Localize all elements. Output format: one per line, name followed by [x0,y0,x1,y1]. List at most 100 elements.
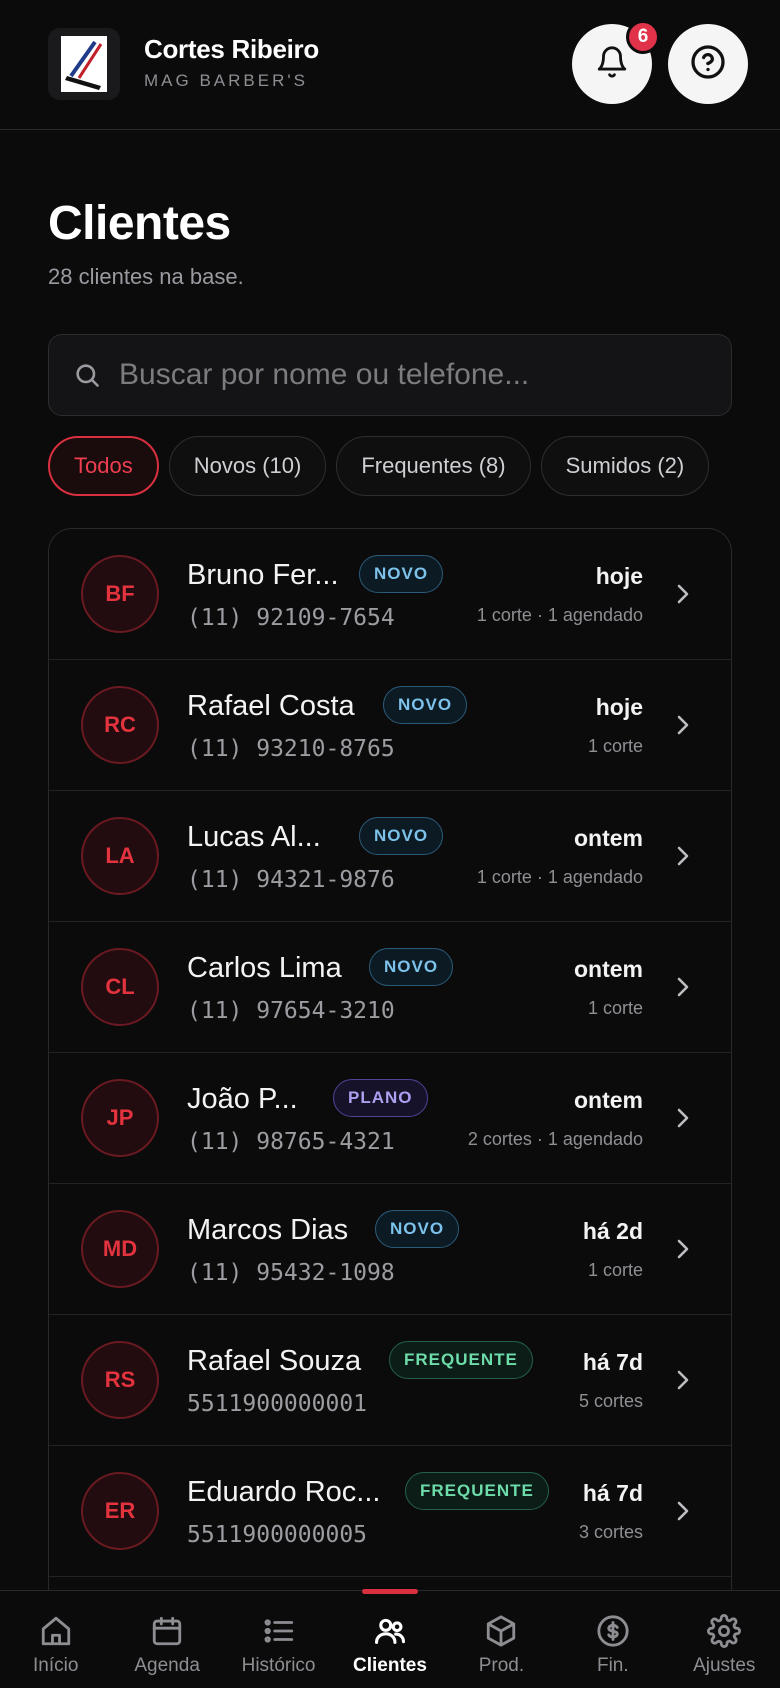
box-icon [481,1611,521,1651]
client-name: Lucas Al... [187,821,321,853]
chevron-right-icon [673,1498,693,1524]
help-button[interactable] [668,24,748,104]
filter-chip-sumidos[interactable]: Sumidos (2) [540,436,710,496]
nav-item-historico[interactable]: Histórico [223,1591,334,1688]
client-name: Carlos Lima [187,952,342,984]
client-phone: (11) 92109-7654 [187,605,395,631]
chevron-right-icon [673,1367,693,1393]
chevron-right-icon [673,1236,693,1262]
active-indicator [361,1589,418,1594]
filter-chip-todos[interactable]: Todos [48,436,159,496]
brand-subtitle: MAG BARBER'S [144,71,308,90]
nav-item-clientes[interactable]: Clientes [334,1589,445,1688]
chevron-right-icon [673,843,693,869]
chevron-right-icon [673,974,693,1000]
visit-summary: 3 cortes [578,1522,643,1542]
client-phone: 5511900000005 [187,1522,368,1548]
status-badge: NOVO [383,686,468,724]
last-visit: há 7d [582,1349,643,1375]
chevron-right-icon [673,1105,693,1131]
dollar-circle-icon [593,1611,633,1651]
brand-name: Cortes Ribeiro [144,34,319,64]
avatar: ER [81,1472,159,1550]
avatar: RC [81,686,159,764]
last-visit: hoje [595,694,643,720]
status-badge: NOVO [375,1210,460,1248]
last-visit: ontem [574,1087,643,1113]
filter-chips: Todos Novos (10) Frequentes (8) Sumidos (2) [48,436,740,498]
status-badge: NOVO [359,555,444,593]
client-name: Rafael Costa [187,690,355,722]
client-phone: (11) 98765-4321 [187,1129,395,1155]
client-row[interactable]: MD Marcos Dias NOVO (11) 95432-1098 há 2… [49,1184,731,1315]
filter-chip-novos[interactable]: Novos (10) [168,436,327,496]
client-row[interactable]: RC Rafael Costa NOVO (11) 93210-8765 hoj… [49,660,731,791]
avatar: RS [81,1341,159,1419]
client-name: Rafael Souza [187,1345,362,1377]
client-name: Bruno Fer... [187,559,339,591]
nav-label: Agenda [134,1655,200,1676]
nav-item-prod[interactable]: Prod. [446,1591,557,1688]
client-row[interactable]: CL Carlos Lima NOVO (11) 97654-3210 onte… [49,922,731,1053]
client-list: BF Bruno Fer... NOVO (11) 92109-7654 hoj… [48,528,732,1688]
status-badge: FREQUENTE [389,1341,533,1379]
page-title: Clientes [48,197,231,250]
client-phone: (11) 95432-1098 [187,1260,395,1286]
bottom-navigation: Início Agenda Histórico Clientes Prod. F… [0,1589,780,1688]
nav-label: Fin. [596,1655,629,1676]
brand-logo [48,28,120,100]
avatar: CL [81,948,159,1026]
nav-label: Clientes [353,1655,427,1676]
nav-item-agenda[interactable]: Agenda [111,1591,222,1688]
status-badge: PLANO [333,1079,428,1117]
avatar: BF [81,555,159,633]
status-badge: FREQUENTE [405,1472,549,1510]
chevron-right-icon [673,581,693,607]
client-phone: (11) 97654-3210 [187,998,395,1024]
help-circle-icon [690,44,726,85]
visit-summary: 1 corte · 1 agendado [476,605,643,625]
visit-summary: 1 corte [587,998,643,1018]
home-icon [36,1611,76,1651]
client-row[interactable]: RS Rafael Souza FREQUENTE 5511900000001 … [49,1315,731,1446]
bell-icon [595,44,629,85]
avatar: MD [81,1210,159,1288]
last-visit: há 2d [582,1218,643,1244]
nav-item-fin[interactable]: Fin. [557,1591,668,1688]
visit-summary: 1 corte [587,1260,643,1280]
client-row[interactable]: BF Bruno Fer... NOVO (11) 92109-7654 hoj… [49,529,731,660]
visit-summary: 5 cortes [578,1391,643,1411]
nav-item-ajustes[interactable]: Ajustes [669,1591,780,1688]
last-visit: ontem [574,956,643,982]
client-row[interactable]: JP João P... PLANO (11) 98765-4321 ontem… [49,1053,731,1184]
client-name: Marcos Dias [187,1214,349,1246]
filter-chip-frequentes[interactable]: Frequentes (8) [336,436,531,496]
client-name: João P... [187,1083,298,1115]
app-header: Cortes Ribeiro MAG BARBER'S 6 [0,0,780,130]
nav-item-inicio[interactable]: Início [0,1591,111,1688]
client-name: Eduardo Roc... [187,1476,381,1508]
status-badge: NOVO [359,817,444,855]
nav-label: Histórico [241,1655,316,1676]
last-visit: há 7d [582,1480,643,1506]
client-row[interactable]: ER Eduardo Roc... FREQUENTE 551190000000… [49,1446,731,1577]
visit-summary: 1 corte · 1 agendado [476,867,643,887]
nav-label: Início [33,1655,79,1676]
avatar: LA [81,817,159,895]
client-row[interactable]: LA Lucas Al... NOVO (11) 94321-9876 onte… [49,791,731,922]
last-visit: ontem [574,825,643,851]
client-phone: (11) 94321-9876 [187,867,395,893]
visit-summary: 1 corte [587,736,643,756]
list-icon [259,1611,299,1651]
search-bar[interactable] [48,334,732,416]
search-input[interactable] [119,358,699,392]
calendar-icon [147,1611,187,1651]
client-phone: (11) 93210-8765 [187,736,395,762]
status-badge: NOVO [369,948,454,986]
chevron-right-icon [673,712,693,738]
nav-label: Ajustes [693,1655,756,1676]
nav-label: Prod. [478,1655,525,1676]
users-icon [370,1611,410,1651]
page-subtitle: 28 clientes na base. [48,264,244,289]
last-visit: hoje [595,563,643,589]
